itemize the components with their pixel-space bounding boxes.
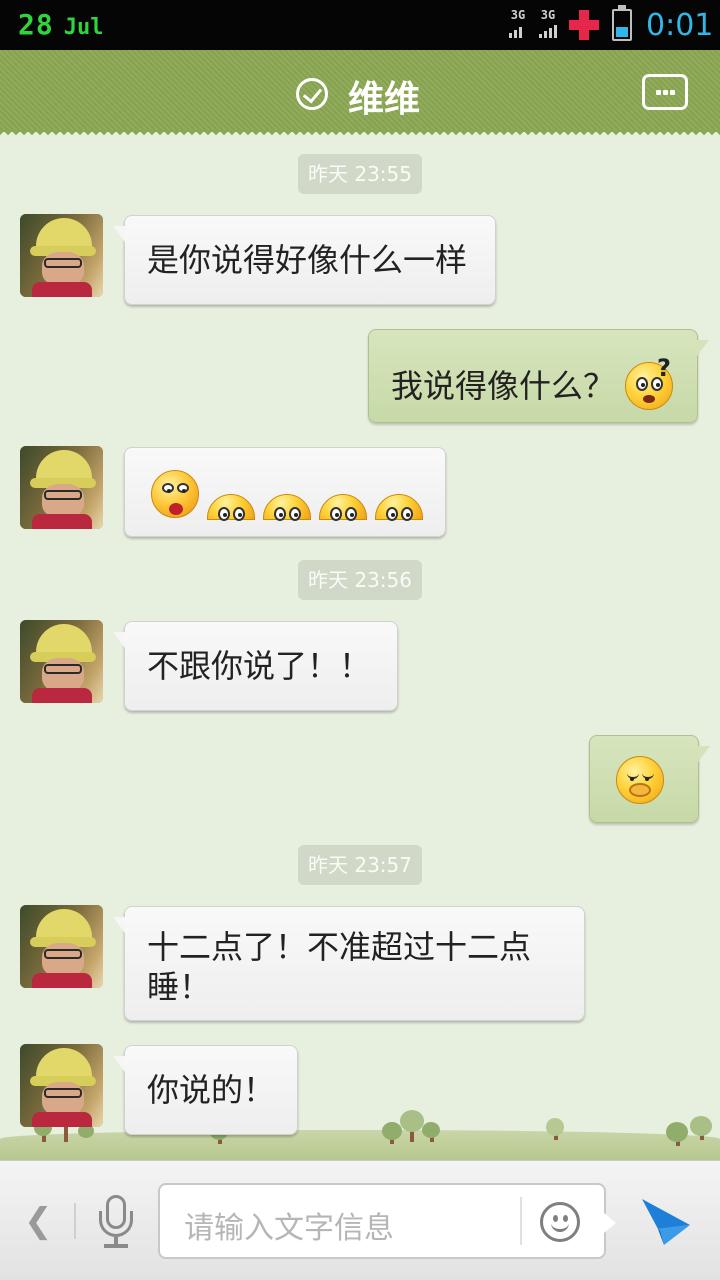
shy-face-emoji (616, 756, 664, 804)
message-bubble-incoming[interactable]: 你说的！ (113, 1045, 298, 1135)
chat-bubble-more-icon[interactable] (642, 74, 688, 110)
status-month: Jul (63, 15, 104, 40)
timestamp: 昨天 23:57 (298, 845, 422, 885)
timestamp: 昨天 23:56 (298, 560, 422, 600)
question-mark-icon: ? (657, 354, 671, 382)
network-3g-icon: 3G (504, 8, 532, 42)
divider (74, 1203, 76, 1239)
smiley-icon[interactable] (540, 1202, 580, 1242)
message-bubble-incoming[interactable]: 是你说得好像什么一样 (113, 215, 496, 305)
avatar[interactable] (20, 446, 103, 529)
message-input-placeholder: 请输入文字信息 (184, 1211, 394, 1246)
status-bar: 28 Jul 3G 3G 0:01 (0, 0, 720, 50)
tree-decoration (382, 1122, 402, 1140)
message-text: 是你说得好像什么一样 (147, 241, 468, 279)
medical-cross-icon (568, 10, 600, 40)
peeking-face-emoji (375, 494, 423, 521)
contact-name[interactable]: 维维 (348, 70, 420, 122)
message-input[interactable]: 请输入文字信息 (158, 1183, 616, 1259)
angry-face-emoji (151, 470, 199, 518)
input-bar: ❮ 请输入文字信息 (0, 1160, 720, 1280)
chat-header: 维维 (0, 50, 720, 132)
peeking-face-emoji (207, 494, 255, 521)
message-text-line1: 十二点了！不准超过十二点 (147, 928, 532, 966)
status-time: 0:01 (646, 8, 714, 43)
message-text: 我说得像什么？ (391, 367, 616, 405)
status-date: 28 Jul (18, 8, 103, 41)
tree-decoration (400, 1110, 424, 1132)
chevron-left-icon[interactable]: ❮ (24, 1199, 53, 1243)
tree-decoration (546, 1118, 564, 1136)
network-3g-signal-icon: 3G (534, 8, 562, 42)
paper-plane-icon[interactable] (640, 1195, 692, 1247)
tree-decoration (666, 1122, 688, 1142)
message-bubble-incoming[interactable]: 十二点了！不准超过十二点 睡！ (113, 906, 585, 1021)
divider (520, 1197, 522, 1245)
timestamp: 昨天 23:55 (298, 154, 422, 194)
status-day: 28 (18, 8, 54, 41)
message-text: 不跟你说了！！ (147, 647, 372, 685)
message-text: 你说的！ (147, 1071, 276, 1109)
message-bubble-outgoing[interactable]: 我说得像什么？ ? (368, 329, 709, 423)
peeking-face-emoji (263, 494, 311, 521)
message-bubble-outgoing[interactable] (589, 735, 710, 823)
avatar[interactable] (20, 214, 103, 297)
peeking-face-emoji (319, 494, 367, 521)
check-circle-icon (296, 78, 328, 110)
avatar[interactable] (20, 905, 103, 988)
message-text-line2: 睡！ (147, 968, 212, 1006)
tree-decoration (422, 1122, 440, 1138)
avatar[interactable] (20, 1044, 103, 1127)
header-zigzag-edge (0, 130, 720, 138)
battery-icon (612, 5, 632, 41)
tree-decoration (690, 1116, 712, 1136)
message-bubble-incoming[interactable] (124, 447, 446, 537)
microphone-icon[interactable] (96, 1195, 136, 1249)
message-bubble-incoming[interactable]: 不跟你说了！！ (113, 621, 398, 711)
avatar[interactable] (20, 620, 103, 703)
scenery-ground (0, 1130, 720, 1160)
